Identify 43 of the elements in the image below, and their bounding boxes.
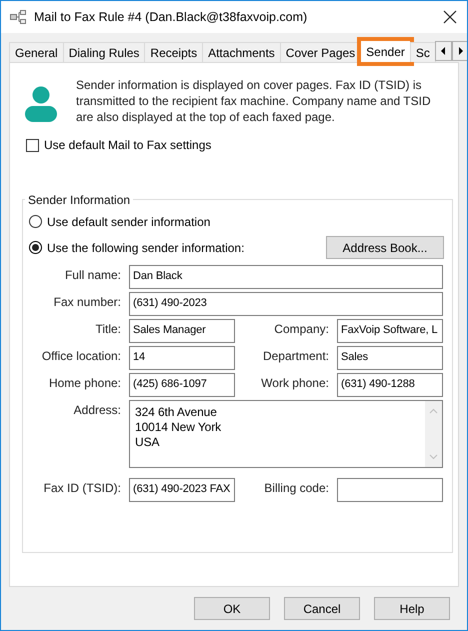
text-field[interactable]: (631) 490-2023	[129, 292, 443, 316]
text-field[interactable]: FaxVoip Software, L	[337, 318, 443, 342]
text-field[interactable]: 14	[129, 346, 235, 370]
scrollbar-icon[interactable]	[425, 400, 442, 466]
text-field[interactable]: (425) 686-1097	[129, 372, 235, 396]
tab[interactable]: Sender	[360, 40, 411, 63]
network-icon	[10, 10, 28, 24]
field-label: Office location:	[40, 348, 121, 362]
dialog-button[interactable]: Help	[374, 597, 450, 620]
info-text: Sender information is displayed on cover pages. Fax ID (TSID) is transmitted to the recipient fax machine. Company name and TSID are also displayed at the top of each faxed page.	[76, 77, 432, 125]
person-icon	[24, 86, 58, 122]
field-label: Work phone:	[260, 374, 329, 390]
tab[interactable]: Dialing Rules	[62, 42, 146, 62]
tab[interactable]: Receipts	[144, 42, 204, 62]
text-field[interactable]: Sales Manager	[129, 318, 235, 342]
field-label: Fax number:	[52, 294, 121, 308]
text-field[interactable]: Sales	[337, 346, 443, 370]
text-field[interactable]: (631) 490-1288	[337, 372, 443, 396]
text-field[interactable]	[337, 478, 443, 502]
field-label: Home phone:	[48, 374, 121, 390]
field-label: Full name:	[64, 266, 121, 282]
radio-option[interactable]: Use default sender information	[29, 214, 210, 228]
address-field[interactable]: 324 6th Avenue 10014 New York USA	[129, 400, 443, 468]
field-label: Address:	[72, 402, 121, 416]
field-label: Fax ID (TSID):	[42, 480, 121, 494]
field-label: Billing code:	[263, 480, 329, 494]
group-title: Sender Information	[27, 192, 132, 206]
text-field[interactable]: Dan Black	[129, 264, 443, 288]
scroll-right-icon[interactable]	[452, 41, 467, 61]
tab[interactable]: General	[9, 42, 64, 62]
radio-option[interactable]: Use the following sender information:	[29, 240, 244, 254]
scroll-left-icon[interactable]	[434, 41, 452, 61]
address-book-button[interactable]: Address Book...	[326, 236, 444, 259]
field-label: Company:	[273, 320, 329, 336]
dialog-button[interactable]: OK	[194, 597, 270, 620]
field-label: Title:	[94, 320, 121, 336]
field-label: Department:	[262, 348, 329, 362]
dialog-button[interactable]: Cancel	[284, 597, 360, 620]
tab[interactable]: Sc	[410, 42, 436, 62]
default-settings-checkbox[interactable]: Use default Mail to Fax settings	[26, 138, 212, 152]
close-icon[interactable]	[443, 10, 457, 24]
text-field[interactable]: (631) 490-2023 FAX	[129, 478, 235, 502]
window-title: Mail to Fax Rule #4 (Dan.Black@t38faxvoip.com)	[34, 10, 308, 24]
